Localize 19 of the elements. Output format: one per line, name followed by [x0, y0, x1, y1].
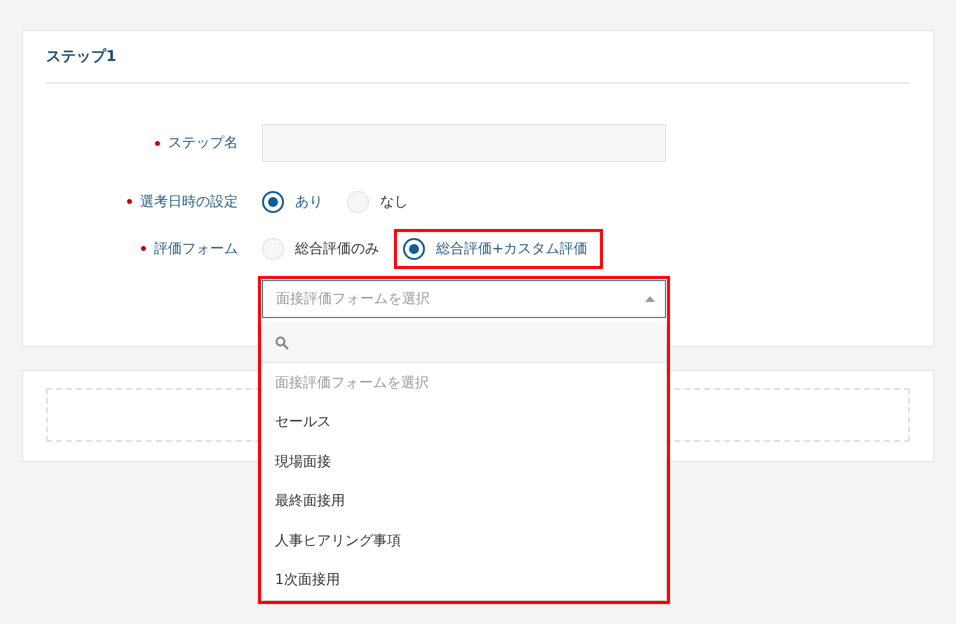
radio-option[interactable]: あり [262, 190, 329, 212]
field-label: 選考日時の設定 [140, 192, 238, 210]
dropdown-option[interactable]: 人事ヒアリング事項 [262, 521, 666, 560]
radio-button[interactable] [262, 190, 284, 212]
dropdown-option[interactable]: セールス [262, 402, 666, 442]
search-field[interactable] [262, 324, 666, 363]
radio-button[interactable] [403, 238, 425, 260]
radio-option[interactable]: 総合評価のみ [262, 238, 385, 260]
dropdown-option[interactable]: 最終面接用 [262, 482, 666, 521]
dropdown-option[interactable]: 現場面接 [262, 442, 666, 482]
step-title: ステップ1 [46, 31, 910, 84]
field-label: ステップ名 [168, 134, 238, 152]
field-label: 評価フォーム [154, 240, 238, 258]
radio-option[interactable]: なし [347, 190, 414, 212]
caret-icon [645, 296, 655, 302]
radio-option[interactable]: 総合評価+カスタム評価 [403, 238, 594, 260]
input-field[interactable] [262, 124, 666, 162]
dropdown-option[interactable]: 1次面接用 [262, 560, 666, 600]
search-icon [275, 336, 289, 350]
